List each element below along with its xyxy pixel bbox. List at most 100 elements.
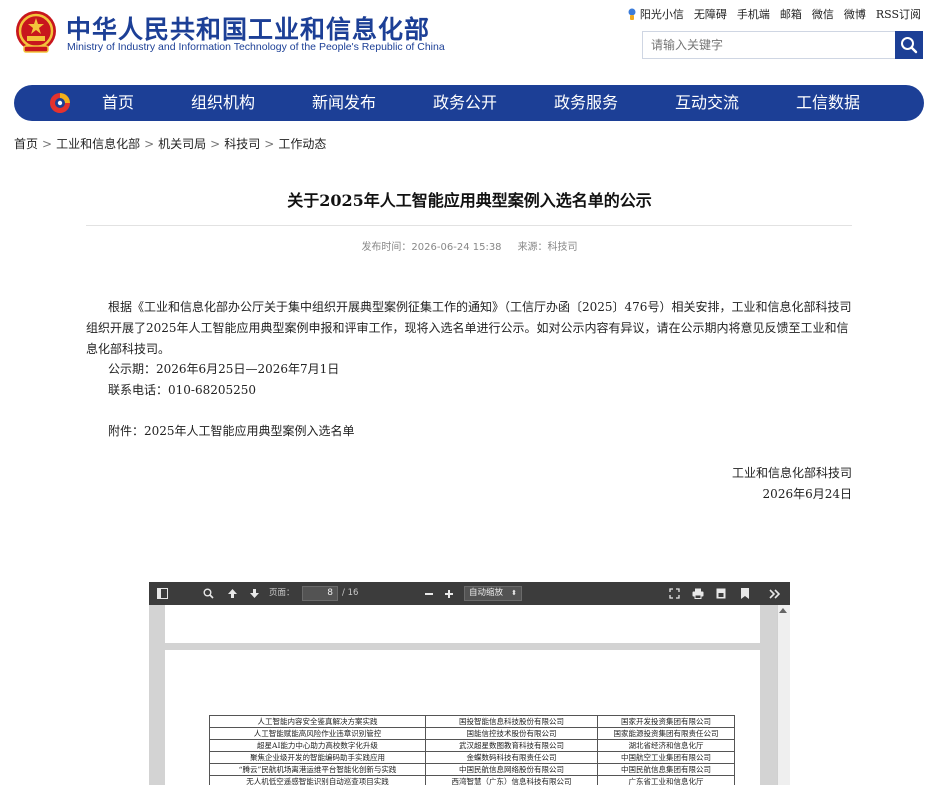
plus-icon [445,589,453,598]
nav-government-affairs[interactable]: 政务公开 [433,85,497,121]
sidebar-toggle-button[interactable] [153,582,171,605]
page-number-input[interactable]: 8 [302,586,338,601]
zoom-out-button[interactable] [421,582,437,605]
link-rss[interactable]: RSS订阅 [876,6,921,22]
main-nav: 首页 组织机构 新闻发布 政务公开 政务服务 互动交流 工信数据 [14,85,924,121]
signature-date: 2026年6月24日 [762,487,852,501]
pdf-scrollbar[interactable] [777,605,790,785]
nav-news[interactable]: 新闻发布 [312,85,376,121]
download-button[interactable] [712,582,730,605]
link-sunshine[interactable]: 阳光小信 [627,6,684,22]
breadcrumb-departments[interactable]: 机关司局 [158,137,206,151]
pdf-page-current: 人工智能内容安全鉴真解决方案实践 国投智能信息科技股份有限公司 国家开发投资集团有限… [165,650,760,785]
applicant-cell: 国能信控技术股份有限公司 [425,727,598,740]
case-name-cell: 人工智能内容安全鉴真解决方案实践 [209,715,426,728]
nav-interaction[interactable]: 互动交流 [675,85,739,121]
title-divider [86,225,852,226]
link-wechat[interactable]: 微信 [812,6,834,22]
save-icon [716,588,726,599]
find-button[interactable] [199,582,217,605]
breadcrumb-ministry[interactable]: 工业和信息化部 [56,137,140,151]
recommender-cell: 湖北省经济和信息化厅 [597,739,735,752]
applicant-cell: 金蝶数码科技有限责任公司 [425,751,598,764]
find-icon [203,588,214,599]
chevron-updown-icon: ⬍ [511,589,517,597]
print-icon [692,588,704,599]
page-label: 页面： [269,588,295,598]
link-mobile[interactable]: 手机端 [737,6,770,22]
recommender-cell: 国家能源投资集团有限责任公司 [597,727,735,740]
presentation-mode-button[interactable] [665,582,683,605]
case-name-cell: “腾云”民航机场离港运维平台智能化创新与实践 [209,763,426,776]
breadcrumb-separator: > [210,137,221,151]
sunshine-mascot-icon [628,8,636,20]
site-header: 中华人民共和国工业和信息化部 Ministry of Industry and … [0,0,939,80]
breadcrumb: 首页 > 工业和信息化部 > 机关司局 > 科技司 > 工作动态 [14,135,326,152]
recommender-cell: 广东省工业和信息化厅 [597,775,735,785]
table-row: 超星AI能力中心助力高校数字化升级 武汉超星数图教育科技有限公司 湖北省经济和信息化… [209,739,735,752]
table-row: 聚焦企业级开发的智能编码助手实践应用 金蝶数码科技有限责任公司 中国航空工业集团有限… [209,751,735,764]
scroll-up-arrow-icon[interactable] [779,608,787,613]
pdf-document-area[interactable]: 人工智能内容安全鉴真解决方案实践 国投智能信息科技股份有限公司 国家开发投资集团有限… [149,605,790,785]
fullscreen-icon [668,588,680,599]
search-box [642,31,923,59]
recommender-cell: 国家开发投资集团有限公司 [597,715,735,728]
case-name-cell: 超星AI能力中心助力高校数字化升级 [209,739,426,752]
next-page-button[interactable] [245,582,263,605]
table-row: 人工智能内容安全鉴真解决方案实践 国投智能信息科技股份有限公司 国家开发投资集团有限… [209,715,735,728]
article-title: 关于2025年人工智能应用典型案例入选名单的公示 [287,191,652,210]
link-accessibility[interactable]: 无障碍 [694,6,727,22]
link-weibo[interactable]: 微博 [844,6,866,22]
bookmark-icon [741,588,749,599]
arrow-up-icon [227,589,237,598]
nav-home[interactable]: 首页 [102,85,134,121]
table-row: “腾云”民航机场离港运维平台智能化创新与实践 中国民航信息网络股份有限公司 中国民航… [209,763,735,776]
top-links: 阳光小信 无障碍 手机端 邮箱 微信 微博 RSS订阅 [627,6,921,22]
double-chevron-right-icon [768,588,780,599]
breadcrumb-separator: > [264,137,275,151]
attachment-label[interactable]: 附件：2025年人工智能应用典型案例入选名单 [108,422,355,439]
applicant-cell: 中国民航信息网络股份有限公司 [425,763,598,776]
minus-icon [425,592,433,595]
tools-button[interactable] [765,582,783,605]
link-sunshine-label: 阳光小信 [639,8,684,21]
breadcrumb-tech-dept[interactable]: 科技司 [224,137,260,151]
applicant-cell: 国投智能信息科技股份有限公司 [425,715,598,728]
search-input[interactable] [642,31,895,59]
nav-organization[interactable]: 组织机构 [191,85,255,121]
case-name-cell: 人工智能赋能高风险作业违章识别管控 [209,727,426,740]
article-meta: 发布时间：2026-06-24 15:38 来源：科技司 [0,238,939,253]
publish-time: 发布时间：2026-06-24 15:38 [361,242,502,253]
signature-department: 工业和信息化部科技司 [731,466,852,480]
announcement-period: 公示期：2026年6月25日—2026年7月1日 [108,362,340,376]
breadcrumb-home[interactable]: 首页 [14,137,38,151]
search-button[interactable] [895,31,923,59]
breadcrumb-separator: > [144,137,155,151]
applicant-cell: 西湾智慧（广东）信息科技有限公司 [425,775,598,785]
bookmark-button[interactable] [736,582,754,605]
national-emblem-icon[interactable] [14,10,58,56]
case-name-cell: 无人机低空遥感智能识别自动巡查项目实践 [209,775,426,785]
previous-page-button[interactable] [223,582,241,605]
pdf-toolbar: 页面： 8 / 16 自动缩放 ⬍ [149,582,790,605]
print-button[interactable] [689,582,707,605]
miit-logo-icon[interactable] [48,91,72,115]
site-title-english[interactable]: Ministry of Industry and Information Tec… [67,41,445,53]
case-list-table: 人工智能内容安全鉴真解决方案实践 国投智能信息科技股份有限公司 国家开发投资集团有限… [209,715,735,785]
zoom-in-button[interactable] [441,582,457,605]
nav-data[interactable]: 工信数据 [796,85,860,121]
link-mailbox[interactable]: 邮箱 [780,6,802,22]
zoom-select[interactable]: 自动缩放 ⬍ [464,586,522,601]
nav-government-services[interactable]: 政务服务 [554,85,618,121]
pdf-page-previous [165,605,760,643]
table-row: 人工智能赋能高风险作业违章识别管控 国能信控技术股份有限公司 国家能源投资集团有限责… [209,727,735,740]
breadcrumb-separator: > [42,137,53,151]
zoom-value: 自动缩放 [469,588,504,598]
pdf-viewer: 页面： 8 / 16 自动缩放 ⬍ 人工智能内容安全鉴真解决方案实践 国投智能信… [149,582,790,785]
case-name-cell: 聚焦企业级开发的智能编码助手实践应用 [209,751,426,764]
applicant-cell: 武汉超星数图教育科技有限公司 [425,739,598,752]
article-paragraph: 根据《工业和信息化部办公厅关于集中组织开展典型案例征集工作的通知》（工信厅办函〔… [86,300,852,356]
breadcrumb-work-news[interactable]: 工作动态 [278,137,326,151]
arrow-down-icon [249,589,259,598]
sidebar-icon [156,588,168,599]
